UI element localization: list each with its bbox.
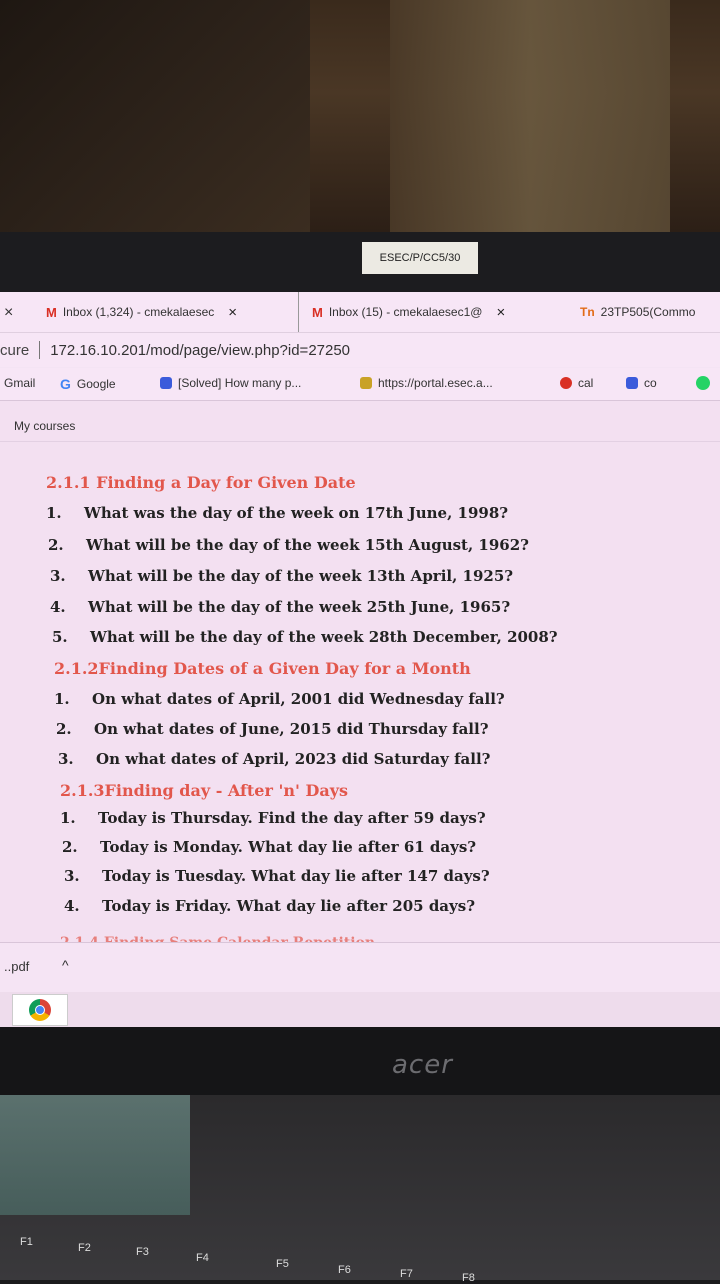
keyboard-row: F1 F2 F3 F4 F5 F6 F7 F8 bbox=[0, 1230, 720, 1284]
monitor-bezel-bottom bbox=[0, 1027, 720, 1095]
security-indicator[interactable]: cure bbox=[0, 342, 29, 359]
background-photo bbox=[0, 0, 720, 232]
tab-label: Inbox (15) - cmekalaesec1@ bbox=[328, 305, 483, 319]
bookmark-label: Gmail bbox=[4, 376, 36, 390]
gmail-icon: M bbox=[312, 304, 323, 320]
google-icon: G bbox=[60, 376, 71, 392]
asset-sticker: ESEC/P/CC5/30 bbox=[362, 242, 478, 274]
list-item: 1. On what dates of April, 2001 did Wedne… bbox=[54, 690, 505, 708]
bookmark-portal[interactable]: https://portal.esec.a... bbox=[360, 376, 493, 390]
bookmark-label: cal bbox=[578, 376, 594, 390]
breadcrumb-my-courses[interactable]: My courses bbox=[14, 419, 75, 433]
section-title: 2.1.1 Finding a Day for Given Date bbox=[46, 473, 356, 492]
chair-back bbox=[390, 0, 670, 232]
key-f6[interactable]: F6 bbox=[338, 1264, 351, 1276]
list-item: 2. What will be the day of the week 15th … bbox=[48, 536, 529, 554]
list-item: 3. What will be the day of the week 13th … bbox=[50, 567, 514, 585]
gmail-icon: M bbox=[46, 304, 57, 320]
whatsapp-icon[interactable] bbox=[696, 376, 710, 390]
tab-label: Inbox (1,324) - cmekalaesec bbox=[62, 305, 215, 319]
site-icon bbox=[160, 377, 172, 389]
tn-icon: Tn bbox=[580, 305, 595, 319]
chrome-icon bbox=[29, 999, 51, 1021]
list-item: 4. What will be the day of the week 25th … bbox=[50, 598, 511, 616]
address-bar[interactable]: cure 172.16.10.201/mod/page/view.php?id=… bbox=[0, 333, 720, 367]
bookmark-label: https://portal.esec.a... bbox=[378, 376, 493, 390]
bookmark-solved[interactable]: [Solved] How many p... bbox=[160, 376, 301, 390]
download-item[interactable]: ..pdf bbox=[4, 959, 29, 974]
notebook bbox=[0, 1095, 190, 1215]
monitor-logo: acer bbox=[392, 1050, 453, 1080]
bookmarks-bar: Gmail G Google [Solved] How many p... ht… bbox=[0, 368, 720, 401]
chevron-up-icon[interactable]: ^ bbox=[62, 957, 69, 973]
url-text[interactable]: 172.16.10.201/mod/page/view.php?id=27250 bbox=[50, 342, 350, 359]
section-title: 2.1.3Finding day - After 'n' Days bbox=[60, 781, 349, 800]
bookmark-cal[interactable]: cal bbox=[560, 376, 593, 390]
key-f7[interactable]: F7 bbox=[400, 1268, 413, 1280]
divider bbox=[0, 441, 720, 442]
download-bar: ..pdf ^ bbox=[0, 942, 720, 993]
list-item: 5. What will be the day of the week 28th … bbox=[52, 628, 558, 646]
list-item: 3. On what dates of April, 2023 did Satur… bbox=[58, 750, 491, 768]
tab-inbox-2[interactable]: M Inbox (15) - cmekalaesec1@ × bbox=[312, 292, 560, 332]
bookmark-label: Google bbox=[76, 377, 116, 391]
list-item: 2. Today is Monday. What day lie after 61… bbox=[62, 838, 477, 856]
page-content: My courses 2.1.1 Finding a Day for Given… bbox=[0, 401, 720, 961]
close-tab-icon[interactable]: × bbox=[228, 304, 237, 321]
divider bbox=[39, 341, 41, 359]
tab-course[interactable]: Tn 23TP505(Commo bbox=[580, 292, 720, 332]
key-f3[interactable]: F3 bbox=[136, 1246, 149, 1258]
key-f4[interactable]: F4 bbox=[196, 1252, 209, 1264]
list-item: 1. What was the day of the week on 17th J… bbox=[46, 504, 509, 522]
key-f5[interactable]: F5 bbox=[276, 1258, 289, 1270]
section-title: 2.1.2Finding Dates of a Given Day for a … bbox=[54, 659, 471, 678]
bookmark-gmail[interactable]: Gmail bbox=[4, 376, 35, 390]
tab-label: 23TP505(Commo bbox=[600, 305, 696, 319]
close-tab-icon[interactable]: × bbox=[496, 304, 505, 321]
bookmark-google[interactable]: G Google bbox=[60, 376, 116, 392]
monitor-bezel-top bbox=[0, 232, 720, 292]
bookmark-co[interactable]: co bbox=[626, 376, 657, 390]
monitor-screen: × M Inbox (1,324) - cmekalaesec × M Inbo… bbox=[0, 292, 720, 1027]
close-icon[interactable]: × bbox=[4, 304, 13, 322]
list-item: 2. On what dates of June, 2015 did Thursd… bbox=[56, 720, 489, 738]
bookmark-label: [Solved] How many p... bbox=[178, 376, 302, 390]
key-f2[interactable]: F2 bbox=[78, 1242, 91, 1254]
taskbar-chrome-button[interactable] bbox=[12, 994, 68, 1026]
tab-bar: × M Inbox (1,324) - cmekalaesec × M Inbo… bbox=[0, 292, 720, 333]
list-item: 3. Today is Tuesday. What day lie after 1… bbox=[64, 867, 490, 885]
site-icon bbox=[626, 377, 638, 389]
list-item: 1. Today is Thursday. Find the day after … bbox=[60, 809, 486, 827]
key-f8[interactable]: F8 bbox=[462, 1272, 475, 1284]
bookmark-label: co bbox=[644, 376, 657, 390]
taskbar bbox=[0, 992, 720, 1027]
key-f1[interactable]: F1 bbox=[20, 1236, 33, 1248]
site-icon bbox=[360, 377, 372, 389]
list-item: 4. Today is Friday. What day lie after 20… bbox=[64, 897, 475, 915]
site-icon bbox=[560, 377, 572, 389]
tab-inbox-1[interactable]: M Inbox (1,324) - cmekalaesec × bbox=[46, 292, 299, 332]
fabric bbox=[0, 0, 310, 232]
